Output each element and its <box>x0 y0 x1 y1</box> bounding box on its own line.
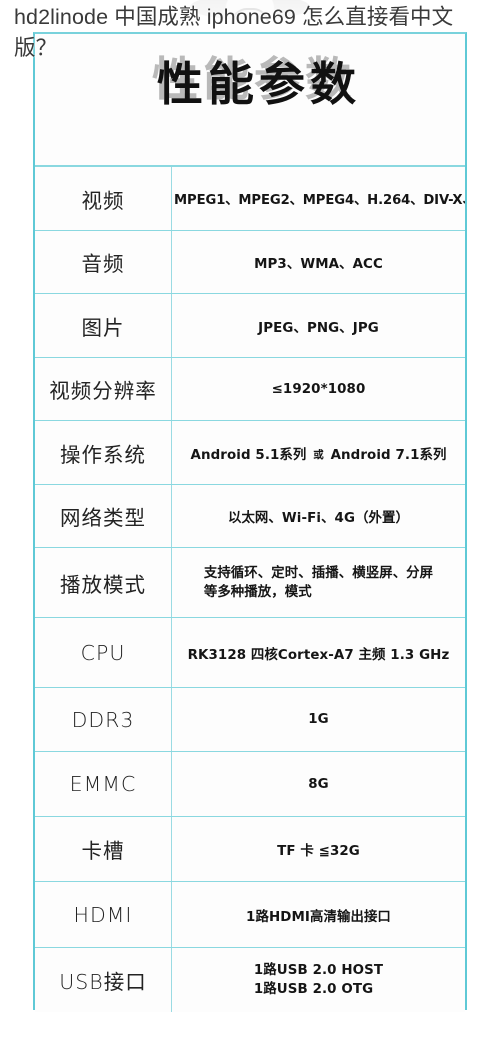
spec-value-block: 支持循环、定时、插播、横竖屏、分屏 等多种播放，模式 <box>204 564 433 602</box>
spec-value-line-2: 等多种播放，模式 <box>203 584 312 600</box>
spec-value-part-2: Android 7.1系列 <box>330 447 447 463</box>
spec-value-line-1: 支持循环、定时、插播、横竖屏、分屏 <box>203 565 434 581</box>
table-row: 网络类型 以太网、Wi-Fi、4G（外置） <box>35 484 465 548</box>
table-row: 操作系统 Android 5.1系列 或 Android 7.1系列 <box>35 420 465 485</box>
spec-value: 1路USB 2.0 HOST 1路USB 2.0 OTG <box>171 947 465 1012</box>
table-row: HDMI 1路HDMI高清输出接口 <box>35 881 465 948</box>
spec-value: ≤1920*1080 <box>171 357 465 421</box>
spec-value: 8G <box>171 751 465 817</box>
spec-label: 网络类型 <box>35 484 172 548</box>
spec-value: 以太网、Wi-Fi、4G（外置） <box>171 484 465 548</box>
spec-label: 卡槽 <box>35 816 172 882</box>
spec-value-line-2: 1路USB 2.0 OTG <box>253 982 374 997</box>
spec-value: RK3128 四核Cortex-A7 主频 1.3 GHz <box>171 617 465 688</box>
spec-value-part-1: Android 5.1系列 <box>190 447 307 463</box>
spec-label: 图片 <box>35 293 172 358</box>
spec-label: DDR3 <box>35 687 172 752</box>
spec-table: 视频 MPEG1、MPEG2、MPEG4、H.264、DIV-X、X-VID 音… <box>35 167 465 1012</box>
table-row: 播放模式 支持循环、定时、插播、横竖屏、分屏 等多种播放，模式 <box>35 547 465 618</box>
spec-value: MP3、WMA、ACC <box>171 230 465 294</box>
spec-value: JPEG、PNG、JPG <box>171 293 465 358</box>
spec-value-block: 1路USB 2.0 HOST 1路USB 2.0 OTG <box>254 961 383 999</box>
table-row: 视频 MPEG1、MPEG2、MPEG4、H.264、DIV-X、X-VID <box>35 167 465 231</box>
spec-label: USB接口 <box>35 947 172 1012</box>
table-row: 音频 MP3、WMA、ACC <box>35 230 465 294</box>
spec-value: 1路HDMI高清输出接口 <box>171 881 465 948</box>
table-row: CPU RK3128 四核Cortex-A7 主频 1.3 GHz <box>35 617 465 688</box>
table-row: 视频分辨率 ≤1920*1080 <box>35 357 465 421</box>
spec-sheet-image: 性能参数 视频 MPEG1、MPEG2、MPEG4、H.264、DIV-X、X-… <box>33 32 467 1012</box>
table-row: DDR3 1G <box>35 687 465 752</box>
spec-label: 视频 <box>35 167 172 231</box>
page-root: hd2linode 中国成熟 iphone69 怎么直接看中文版？ 性能参数 视… <box>0 0 500 1063</box>
spec-value: TF 卡 ≦32G <box>171 816 465 882</box>
spec-value: 支持循环、定时、插播、横竖屏、分屏 等多种播放，模式 <box>171 547 465 618</box>
table-row: 卡槽 TF 卡 ≦32G <box>35 816 465 882</box>
spec-label: HDMI <box>35 881 172 948</box>
page-title: hd2linode 中国成熟 iphone69 怎么直接看中文版？ <box>14 5 454 60</box>
spec-label: 播放模式 <box>35 547 172 618</box>
spec-value: Android 5.1系列 或 Android 7.1系列 <box>171 420 465 485</box>
spec-value: 1G <box>171 687 465 752</box>
table-row: EMMC 8G <box>35 751 465 817</box>
spec-value: MPEG1、MPEG2、MPEG4、H.264、DIV-X、X-VID <box>171 167 465 231</box>
spec-label: 视频分辨率 <box>35 357 172 421</box>
spec-label: CPU <box>35 617 172 688</box>
spec-label: 操作系统 <box>35 420 172 485</box>
spec-value-separator: 或 <box>313 448 324 461</box>
spec-label: 音频 <box>35 230 172 294</box>
spec-label: EMMC <box>35 751 172 817</box>
table-row: 图片 JPEG、PNG、JPG <box>35 293 465 358</box>
table-row: USB接口 1路USB 2.0 HOST 1路USB 2.0 OTG <box>35 947 465 1012</box>
spec-value-line-1: 1路USB 2.0 HOST <box>253 963 384 978</box>
